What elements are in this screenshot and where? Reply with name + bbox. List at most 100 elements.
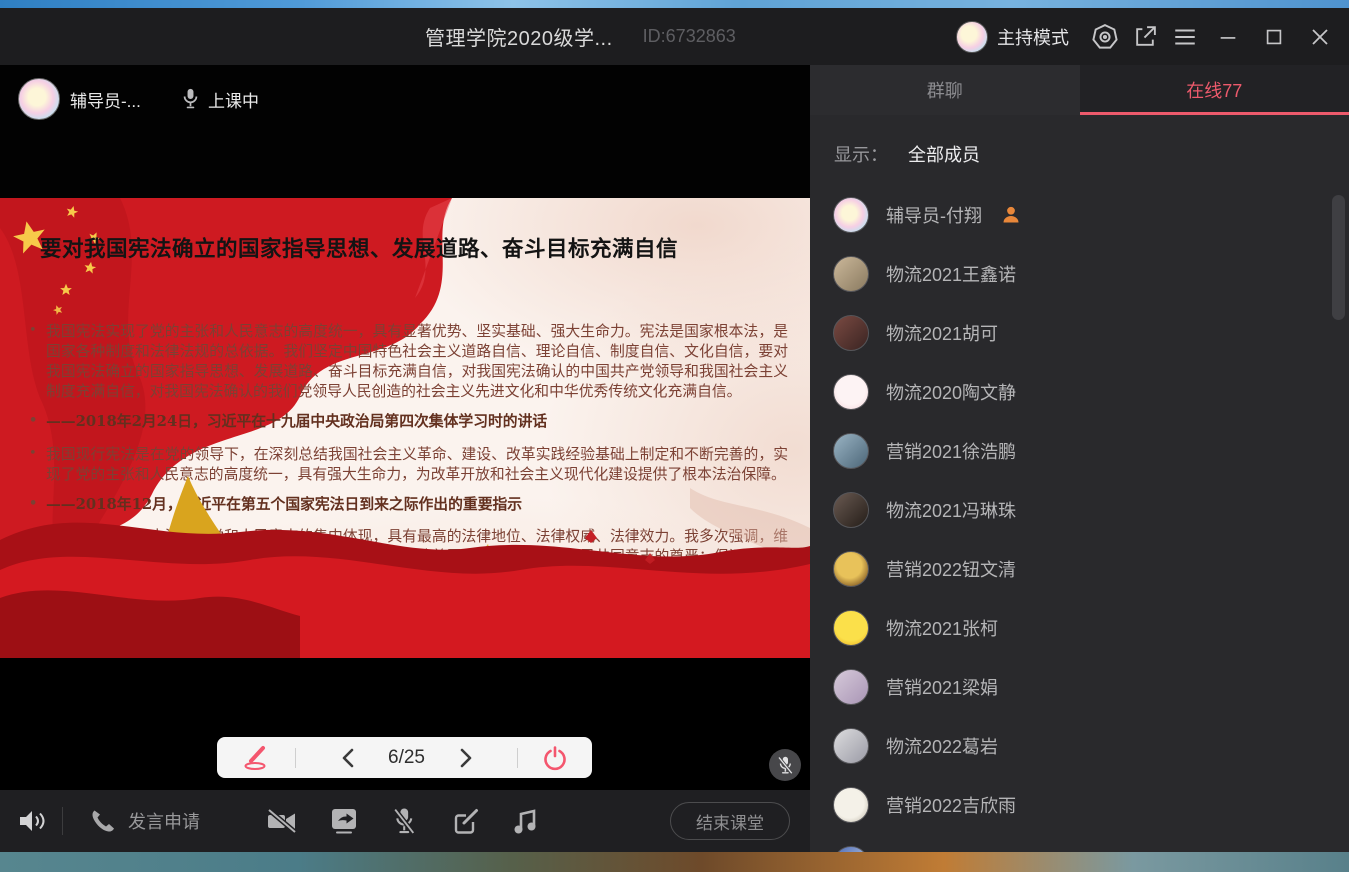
minimize-icon[interactable] — [1213, 22, 1243, 52]
avatar — [833, 551, 869, 587]
avatar — [833, 197, 869, 233]
avatar — [833, 374, 869, 410]
close-icon[interactable] — [1305, 22, 1335, 52]
next-slide-icon[interactable] — [457, 747, 475, 769]
speech-request-label: 发言申请 — [128, 808, 200, 834]
divider — [517, 748, 518, 768]
maximize-icon[interactable] — [1259, 22, 1289, 52]
stage-area: 辅导员-... 上课中 — [0, 65, 810, 852]
pen-icon[interactable] — [241, 744, 271, 771]
avatar — [833, 433, 869, 469]
presenter-name: 辅导员-... — [70, 87, 141, 112]
bottom-toolbar: 发言申请 — [0, 790, 810, 852]
mic-off-toolbar-icon[interactable] — [391, 790, 417, 852]
titlebar-right: 主持模式 — [956, 8, 1335, 65]
slide-bullet: ——2018年2月24日，习近平在十九届中央政治局第四次集体学习时的讲话 — [46, 412, 788, 432]
panel-tabs: 群聊 在线77 — [810, 65, 1349, 115]
popout-icon[interactable] — [1130, 22, 1160, 52]
list-item[interactable]: 营销2022吉欣雨 — [810, 775, 1349, 834]
member-name: 营销2021徐浩鹏 — [886, 438, 1016, 464]
presenter-info: 辅导员-... — [18, 78, 141, 120]
member-name: 物流2020陶文静 — [886, 379, 1016, 405]
list-item[interactable]: 营销2022钮文清 — [810, 539, 1349, 598]
slide-canvas: 要对我国宪法确立的国家指导思想、发展道路、奋斗目标充满自信 我国宪法实现了党的主… — [0, 198, 810, 658]
settings-icon[interactable] — [1090, 22, 1120, 52]
end-class-button[interactable]: 结束课堂 — [670, 802, 790, 840]
speaker-icon[interactable] — [18, 790, 48, 852]
host-badge-icon — [1001, 205, 1021, 225]
member-name: 物流2022葛岩 — [886, 733, 998, 759]
slide-bullet: 我国宪法实现了党的主张和人民意志的高度统一，具有显著优势、坚实基础、强大生命力。… — [46, 322, 788, 402]
avatar — [833, 492, 869, 528]
mic-icon — [182, 88, 199, 110]
host-mode-label: 主持模式 — [997, 24, 1069, 50]
list-item[interactable]: 物流2021王鑫诺 — [810, 244, 1349, 303]
camera-off-icon[interactable] — [266, 790, 298, 852]
annotate-icon[interactable] — [452, 790, 479, 852]
avatar — [833, 256, 869, 292]
member-name: 物流2021冯琳珠 — [886, 497, 1016, 523]
avatar — [833, 610, 869, 646]
main-area: 辅导员-... 上课中 — [0, 65, 1349, 852]
list-item[interactable]: 物流2021张柯 — [810, 598, 1349, 657]
avatar — [833, 787, 869, 823]
tab-online-members[interactable]: 在线77 — [1080, 65, 1349, 115]
list-item[interactable]: 营销2021徐浩鹏 — [810, 421, 1349, 480]
class-status: 上课中 — [182, 78, 259, 120]
side-panel: 群聊 在线77 显示： 全部成员 辅导员-付翔 物流2021王鑫诺 物流2021… — [810, 65, 1349, 852]
presenter-avatar — [18, 78, 60, 120]
list-item[interactable]: 营销2021梁娟 — [810, 657, 1349, 716]
tab-label: 群聊 — [927, 77, 963, 103]
page-nav: 6/25 — [296, 747, 517, 769]
list-item[interactable]: 物流2021胡可 — [810, 303, 1349, 362]
slide-title: 要对我国宪法确立的国家指导思想、发展道路、奋斗目标充满自信 — [40, 234, 730, 264]
screen: 管理学院2020级学... ID:6732863 主持模式 — [0, 0, 1349, 872]
member-name: 辅导员-付翔 — [886, 202, 982, 228]
divider — [62, 807, 63, 835]
list-item[interactable] — [810, 834, 1349, 852]
slide-control-bar: 6/25 — [217, 737, 592, 778]
end-class-label: 结束课堂 — [696, 809, 764, 834]
member-name: 营销2022钮文清 — [886, 556, 1016, 582]
menu-icon[interactable] — [1170, 22, 1200, 52]
titlebar-center: 管理学院2020级学... ID:6732863 — [425, 8, 736, 65]
power-icon[interactable] — [542, 745, 568, 771]
member-name: 物流2021胡可 — [886, 320, 998, 346]
avatar — [833, 728, 869, 764]
window-title: 管理学院2020级学... — [425, 22, 613, 51]
list-item[interactable]: 辅导员-付翔 — [810, 185, 1349, 244]
presenter-video-tile: 辅导员-... 上课中 — [0, 65, 810, 198]
red-wave-decoration — [0, 448, 810, 658]
app-window: 管理学院2020级学... ID:6732863 主持模式 — [0, 8, 1349, 852]
member-list: 辅导员-付翔 物流2021王鑫诺 物流2021胡可 物流2020陶文静 营销20… — [810, 185, 1349, 852]
tab-label: 在线77 — [1186, 77, 1242, 103]
filter-value-dropdown[interactable]: 全部成员 — [908, 141, 980, 167]
mic-muted-indicator[interactable] — [769, 749, 801, 781]
member-filter-row: 显示： 全部成员 — [810, 115, 1349, 167]
member-name: 营销2021梁娟 — [886, 674, 998, 700]
room-id: ID:6732863 — [643, 26, 736, 47]
prev-slide-icon[interactable] — [339, 747, 357, 769]
tab-group-chat[interactable]: 群聊 — [810, 65, 1080, 115]
mic-off-icon — [776, 755, 794, 775]
member-name: 物流2021张柯 — [886, 615, 998, 641]
list-item[interactable]: 物流2020陶文静 — [810, 362, 1349, 421]
filter-label: 显示： — [834, 141, 888, 167]
desktop-wallpaper-bottom — [0, 852, 1349, 872]
list-item[interactable]: 物流2021冯琳珠 — [810, 480, 1349, 539]
page-indicator: 6/25 — [381, 747, 433, 769]
scrollbar-thumb[interactable] — [1332, 195, 1345, 320]
class-status-label: 上课中 — [208, 87, 259, 112]
avatar — [833, 315, 869, 351]
screen-share-icon[interactable] — [329, 790, 359, 852]
desktop-wallpaper-top — [0, 0, 1349, 8]
phone-icon — [88, 807, 116, 835]
member-name: 营销2022吉欣雨 — [886, 792, 1016, 818]
avatar — [833, 669, 869, 705]
speech-request-button[interactable]: 发言申请 — [88, 790, 200, 852]
titlebar: 管理学院2020级学... ID:6732863 主持模式 — [0, 8, 1349, 65]
music-icon[interactable] — [512, 790, 538, 852]
member-name: 物流2021王鑫诺 — [886, 261, 1016, 287]
user-avatar[interactable] — [956, 21, 988, 53]
list-item[interactable]: 物流2022葛岩 — [810, 716, 1349, 775]
